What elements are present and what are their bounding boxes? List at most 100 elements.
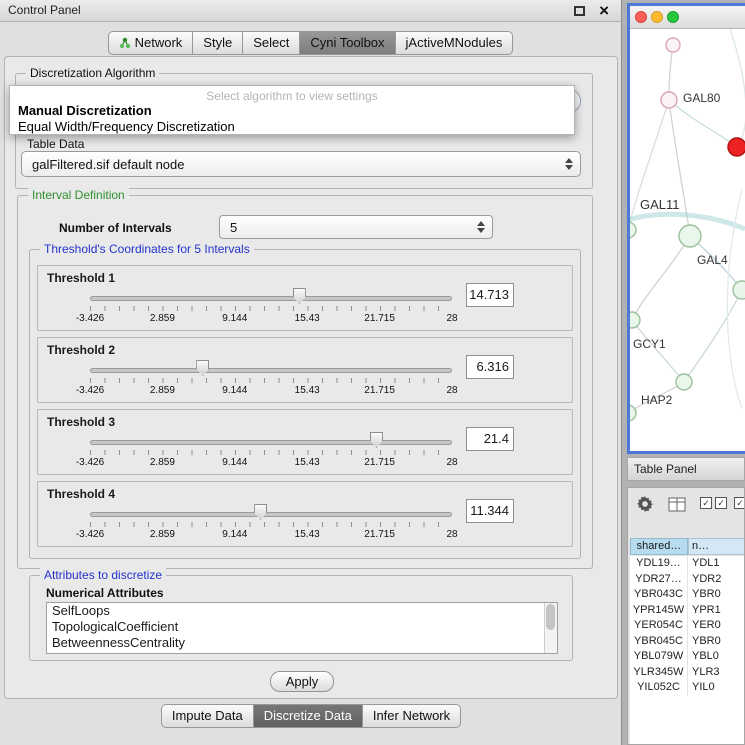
cell[interactable]: YDR2 [688, 572, 740, 588]
cell[interactable]: YPR1 [688, 603, 740, 619]
threshold-3-value-field[interactable]: 21.4 [466, 427, 514, 451]
list-item[interactable]: TopologicalCoefficient [47, 619, 557, 635]
network-node[interactable] [666, 38, 680, 52]
number-of-intervals-value: 5 [230, 216, 237, 239]
tab-style[interactable]: Style [193, 31, 243, 55]
slider-thumb[interactable] [293, 288, 306, 304]
cell[interactable]: YIL052C [630, 680, 688, 696]
cell[interactable]: YER0 [688, 618, 740, 634]
table-row[interactable]: YBR043CYBR0 [630, 587, 744, 603]
minimize-traffic-light-icon[interactable] [651, 11, 663, 23]
tab-label: Select [253, 35, 289, 50]
network-node[interactable] [630, 312, 640, 328]
cell[interactable]: YER054C [630, 618, 688, 634]
slider-track[interactable] [90, 296, 452, 301]
table-data-combobox[interactable]: galFiltered.sif default node [21, 151, 581, 177]
tab-label: jActiveMNodules [406, 35, 503, 50]
cell[interactable]: YIL0 [688, 680, 740, 696]
tab-network[interactable]: Network [108, 31, 194, 55]
column-header-name[interactable]: n… [688, 538, 745, 555]
tab-cyni-toolbox[interactable]: Cyni Toolbox [300, 31, 395, 55]
cell[interactable]: YBR043C [630, 587, 688, 603]
tab-infer-network[interactable]: Infer Network [363, 704, 461, 728]
network-canvas[interactable]: GAL80 GAL11 GAL4 GCY1 HAP2 [630, 29, 745, 451]
table-row[interactable]: YIL052CYIL0 [630, 680, 744, 696]
table-toolbar: ✓ ✓ ✓ [628, 488, 744, 534]
tick-label: 21.715 [364, 529, 395, 540]
table-row[interactable]: YDL19…YDL1 [630, 556, 744, 572]
cell[interactable]: YPR145W [630, 603, 688, 619]
list-scrollbar[interactable] [544, 603, 557, 653]
slider-ticks [90, 522, 452, 527]
cell[interactable]: YBR0 [688, 587, 740, 603]
highlighted-network-node[interactable] [728, 138, 745, 156]
cell[interactable]: YDL1 [688, 556, 740, 572]
network-node[interactable] [676, 374, 692, 390]
network-node[interactable] [630, 222, 636, 238]
tab-label: Infer Network [373, 708, 450, 723]
table-row[interactable]: YER054CYER0 [630, 618, 744, 634]
attributes-list[interactable]: SelfLoops TopologicalCoefficient Between… [46, 602, 558, 654]
dropdown-item-manual-discretization[interactable]: Manual Discretization [10, 103, 574, 119]
close-icon[interactable]: × [599, 0, 609, 21]
table-row[interactable]: YBR045CYBR0 [630, 634, 744, 650]
cell[interactable]: YBL079W [630, 649, 688, 665]
cell[interactable]: YBR0 [688, 634, 740, 650]
threshold-1-slider[interactable]: -3.426 2.859 9.144 15.43 21.715 28 [90, 286, 452, 330]
slider-thumb[interactable] [254, 504, 267, 520]
dropdown-item-equal-width-frequency[interactable]: Equal Width/Frequency Discretization [10, 119, 574, 135]
table-row[interactable]: YDR27…YDR2 [630, 572, 744, 588]
select-check-icon[interactable]: ✓ [734, 497, 745, 509]
select-check-icon[interactable]: ✓ [715, 497, 727, 509]
cell[interactable]: YBL0 [688, 649, 740, 665]
threshold-2-value-field[interactable]: 6.316 [466, 355, 514, 379]
gear-icon[interactable] [636, 495, 654, 513]
table-row[interactable]: YBL079WYBL0 [630, 649, 744, 665]
apply-button[interactable]: Apply [270, 671, 334, 692]
threshold-4-slider[interactable]: -3.426 2.859 9.144 15.43 21.715 28 [90, 502, 452, 546]
threshold-1-value-field[interactable]: 14.713 [466, 283, 514, 307]
network-view-window[interactable]: GAL80 GAL11 GAL4 GCY1 HAP2 [627, 3, 745, 454]
scrollbar-thumb[interactable] [546, 604, 555, 630]
columns-icon[interactable] [668, 497, 686, 513]
threshold-3-slider[interactable]: -3.426 2.859 9.144 15.43 21.715 28 [90, 430, 452, 474]
slider-track[interactable] [90, 512, 452, 517]
combo-arrows-icon [565, 158, 573, 170]
table-row[interactable]: YLR345WYLR3 [630, 665, 744, 681]
list-item[interactable]: SelfLoops [47, 603, 557, 619]
cell[interactable]: YDL19… [630, 556, 688, 572]
algorithm-dropdown-popup: Select algorithm to view settings Manual… [9, 85, 575, 135]
network-node[interactable] [630, 405, 636, 421]
column-header-shared-name[interactable]: shared… [630, 538, 688, 555]
network-node[interactable] [733, 281, 745, 299]
cell[interactable]: YLR345W [630, 665, 688, 681]
threshold-2-slider[interactable]: -3.426 2.859 9.144 15.43 21.715 28 [90, 358, 452, 402]
number-of-intervals-spinner[interactable]: 5 [219, 215, 493, 239]
threshold-4-value-field[interactable]: 11.344 [466, 499, 514, 523]
cell[interactable]: YDR27… [630, 572, 688, 588]
slider-track[interactable] [90, 440, 452, 445]
close-traffic-light-icon[interactable] [635, 11, 647, 23]
slider-thumb[interactable] [370, 432, 383, 448]
slider-track[interactable] [90, 368, 452, 373]
network-node[interactable] [661, 92, 677, 108]
cyni-toolbox-panel: Discretization Algorithm Select algorith… [4, 56, 618, 699]
cell[interactable]: YLR3 [688, 665, 740, 681]
tab-impute-data[interactable]: Impute Data [161, 704, 254, 728]
tab-jactivemnodules[interactable]: jActiveMNodules [396, 31, 514, 55]
group-legend: Threshold's Coordinates for 5 Intervals [40, 242, 254, 256]
slider-thumb[interactable] [196, 360, 209, 376]
tab-discretize-data[interactable]: Discretize Data [254, 704, 363, 728]
table-row[interactable]: YPR145WYPR1 [630, 603, 744, 619]
threshold-2-label: Threshold 2 [47, 343, 115, 357]
network-node[interactable] [679, 225, 701, 247]
threshold-3-label: Threshold 3 [47, 415, 115, 429]
tab-select[interactable]: Select [243, 31, 300, 55]
zoom-traffic-light-icon[interactable] [667, 11, 679, 23]
tick-label: -3.426 [76, 457, 104, 468]
list-item[interactable]: BetweennessCentrality [47, 635, 557, 651]
select-check-icon[interactable]: ✓ [700, 497, 712, 509]
table-panel-titlebar: Table Panel [627, 457, 745, 481]
cell[interactable]: YBR045C [630, 634, 688, 650]
float-window-icon[interactable] [574, 6, 585, 16]
